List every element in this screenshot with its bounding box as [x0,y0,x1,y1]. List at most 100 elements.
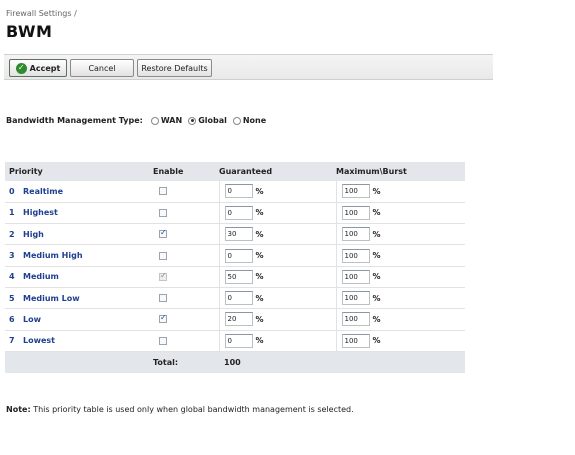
maximum-burst-input[interactable]: 100 [341,333,370,348]
radio-global-label[interactable]: Global [198,116,227,125]
radio-wan[interactable] [150,116,159,125]
header-priority: Priority [5,162,153,181]
guaranteed-input[interactable]: 0 [224,205,253,220]
guaranteed-input[interactable]: 50 [224,269,253,284]
accept-button-label: Accept [29,63,61,73]
enable-checkbox[interactable] [159,228,167,239]
note-text: This priority table is used only when gl… [33,405,354,414]
priority-number: 5 [9,293,15,303]
priority-cell: 6 Low [5,308,153,331]
priority-name[interactable]: Lowest [23,336,55,345]
maximum-cell: 100% [335,244,465,267]
priority-number: 0 [9,186,15,196]
guaranteed-cell: 0% [218,330,336,352]
restore-defaults-button[interactable]: Restore Defaults [137,59,212,77]
priority-cell: 4 Medium [5,266,153,288]
guaranteed-input[interactable]: 30 [224,227,253,242]
enable-checkbox[interactable] [159,336,167,345]
radio-wan-label[interactable]: WAN [161,116,182,125]
priority-name[interactable]: Medium [23,272,59,281]
maximum-burst-input[interactable]: 100 [341,248,370,263]
maximum-burst-input[interactable]: 100 [341,269,370,284]
enable-cell [153,330,219,352]
guaranteed-input[interactable]: 0 [224,248,253,263]
note: Note: This priority table is used only w… [6,405,354,414]
guaranteed-cell: 20% [218,308,336,331]
table-row: 0 Realtime 0% 100% [5,181,465,203]
priority-cell: 2 High [5,223,153,246]
enable-checkbox[interactable] [159,313,167,324]
priority-cell: 7 Lowest [5,330,153,352]
priority-number: 1 [9,208,15,218]
guaranteed-input[interactable]: 0 [224,291,253,306]
priority-name[interactable]: Highest [23,208,58,217]
priority-name[interactable]: Realtime [23,187,63,196]
table-row: 1 Highest 0% 100% [5,202,465,225]
guaranteed-cell: 0% [218,287,336,310]
radio-none[interactable] [232,116,241,125]
priority-number: 7 [9,336,15,346]
maximum-burst-input[interactable]: 100 [341,184,370,199]
percent-label: % [255,229,264,239]
header-maximum-burst: Maximum\Burst [336,162,465,181]
table-row: 3 Medium High 0% 100% [5,244,465,267]
accept-button[interactable]: ✓ Accept [9,59,67,77]
priority-name[interactable]: Low [23,315,41,324]
table-row: 7 Lowest 0% 100% [5,330,465,352]
percent-label: % [372,314,381,324]
table-row: 2High30%100% [5,223,465,246]
maximum-burst-input[interactable]: 100 [341,205,370,220]
enable-cell [153,202,219,225]
priority-number: 4 [9,272,15,282]
maximum-cell: 100% [335,330,465,352]
percent-label: % [255,293,264,303]
guaranteed-cell: 0% [218,202,336,225]
page-title: BWM [6,22,53,41]
priority-number: 2 [9,229,15,239]
guaranteed-cell: 50% [218,266,336,288]
maximum-cell: 100% [335,266,465,288]
maximum-cell: 100% [335,287,465,310]
maximum-burst-input[interactable]: 100 [341,312,370,327]
priority-cell: 1 Highest [5,202,153,225]
enable-checkbox [159,271,167,281]
percent-label: % [372,229,381,239]
maximum-burst-input[interactable]: 100 [341,227,370,242]
guaranteed-input[interactable]: 0 [224,333,253,348]
guaranteed-cell: 0% [218,181,336,203]
maximum-cell: 100% [335,223,465,246]
enable-checkbox[interactable] [159,294,167,303]
percent-label: % [255,251,264,261]
guaranteed-cell: 0% [218,244,336,267]
enable-checkbox[interactable] [159,251,167,260]
radio-global[interactable] [188,116,197,125]
breadcrumb: Firewall Settings / [6,9,77,18]
maximum-burst-input[interactable]: 100 [341,291,370,306]
priority-number: 3 [9,251,15,261]
percent-label: % [372,336,381,346]
guaranteed-input[interactable]: 0 [224,184,253,199]
priority-name[interactable]: Medium High [23,251,83,260]
percent-label: % [372,293,381,303]
percent-label: % [255,208,264,218]
checkmark-icon: ✓ [15,62,27,74]
header-enable: Enable [153,162,219,181]
enable-cell [153,223,219,246]
priority-name[interactable]: High [23,230,44,239]
priority-name[interactable]: Medium Low [23,294,80,303]
percent-label: % [255,186,264,196]
table-row: 4 Medium 50%100% [5,266,465,288]
priority-cell: 3 Medium High [5,244,153,267]
cancel-button[interactable]: Cancel [70,59,134,77]
priority-cell: 0 Realtime [5,181,153,203]
enable-checkbox[interactable] [159,187,167,196]
radio-none-label[interactable]: None [243,116,266,125]
guaranteed-input[interactable]: 20 [224,312,253,327]
bwm-type-label: Bandwidth Management Type: [6,116,143,125]
enable-cell [153,266,219,288]
enable-checkbox[interactable] [159,208,167,217]
enable-cell [153,181,219,203]
maximum-cell: 100% [335,202,465,225]
guaranteed-cell: 30% [218,223,336,246]
priority-number: 6 [9,314,15,324]
